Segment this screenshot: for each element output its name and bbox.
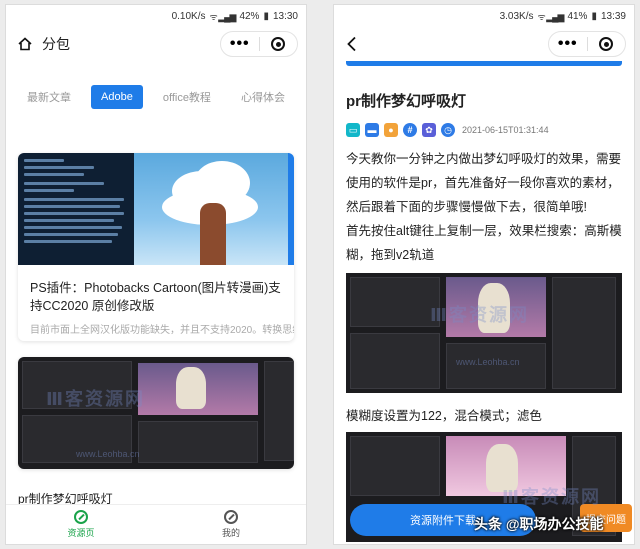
cloud-photo: [134, 153, 294, 265]
left-screen: 0.10K/s ᯤ ▂▄▆ 42% ▮ 13:30 分包 ••• 最新文章 Ad…: [5, 4, 307, 545]
battery-level: 41%: [567, 10, 588, 22]
nav-bar: 分包 •••: [6, 27, 306, 61]
bottom-tab-bar: 资源页 我的: [6, 504, 306, 544]
article-paragraph: 首先按住alt键往上复制一层，效果栏搜索：高斯模糊，拖到v2轨道: [346, 224, 622, 262]
mini-program-capsule: •••: [220, 31, 298, 57]
network-speed: 3.03K/s: [499, 10, 534, 22]
article-card-thumbnail[interactable]: [18, 357, 294, 469]
category-tabs: 最新文章 Adobe office教程 心得体会: [6, 83, 306, 111]
signal-icon: ᯤ ▂▄▆: [537, 11, 565, 22]
tab-label: 资源页: [67, 528, 95, 538]
right-screen: 3.03K/s ᯤ ▂▄▆ 41% ▮ 13:39 ••• pr制作梦幻呼吸灯 …: [333, 4, 635, 545]
card-description: 目前市面上全网汉化版功能缺失，并且不支持2020。转换思维…: [30, 325, 294, 336]
clock: 13:30: [272, 10, 298, 22]
tab-adobe[interactable]: Adobe: [91, 85, 143, 109]
publish-date: 2021-06-15T01:31:44: [462, 125, 549, 135]
target-icon: [271, 37, 286, 51]
page-title: 分包: [42, 36, 70, 52]
more-menu-button[interactable]: •••: [549, 31, 587, 57]
tab-resources[interactable]: 资源页: [6, 505, 156, 544]
premiere-screenshot: [18, 357, 294, 469]
nav-bar: •••: [334, 27, 634, 61]
close-program-button[interactable]: [260, 37, 298, 51]
close-program-button[interactable]: [588, 37, 626, 51]
compass-icon: [224, 510, 238, 524]
clock-icon: ◷: [441, 123, 455, 137]
card-title: PS插件：Photobacks Cartoon(图片转漫画)支持CC2020 原…: [30, 281, 281, 313]
battery-icon: ▮: [263, 10, 269, 22]
tab-latest[interactable]: 最新文章: [17, 83, 81, 111]
premiere-screenshot: [346, 273, 622, 393]
article-title: pr制作梦幻呼吸灯: [346, 93, 467, 110]
battery-icon: ▮: [591, 10, 597, 22]
clock: 13:39: [600, 10, 626, 22]
status-bar: 3.03K/s ᯤ ▂▄▆ 41% ▮ 13:39: [334, 5, 634, 27]
share-icons-row: ▭ ▬ ● # ✿ ◷ 2021-06-15T01:31:44: [334, 111, 634, 137]
car-icon[interactable]: ▬: [365, 123, 379, 137]
tab-office[interactable]: office教程: [153, 83, 221, 111]
network-speed: 0.10K/s: [171, 10, 206, 22]
bag-icon[interactable]: ▭: [346, 123, 360, 137]
status-bar: 0.10K/s ᯤ ▂▄▆ 42% ▮ 13:30: [6, 5, 306, 27]
hashtag-icon[interactable]: #: [403, 123, 417, 137]
mini-program-capsule: •••: [548, 31, 626, 57]
article-paragraph: 今天教你一分钟之内做出梦幻呼吸灯的效果，需要使用的软件是pr，首先准备好一段你喜…: [346, 152, 622, 214]
person-figure: [200, 203, 226, 265]
tab-mine[interactable]: 我的: [156, 505, 306, 544]
moneybag-icon[interactable]: ●: [384, 123, 398, 137]
article-paragraph: 模糊度设置为122，混合模式；滤色: [346, 409, 542, 423]
paw-icon[interactable]: ✿: [422, 123, 436, 137]
signal-icon: ᯤ ▂▄▆: [209, 11, 237, 22]
target-icon: [599, 37, 614, 51]
battery-level: 42%: [239, 10, 260, 22]
tab-label: 我的: [221, 528, 240, 538]
tab-experience[interactable]: 心得体会: [231, 83, 295, 111]
credits-panel: [18, 153, 134, 265]
brand-watermark: 头条 @职场办公技能: [474, 516, 604, 532]
back-icon[interactable]: [346, 36, 358, 52]
article-card[interactable]: PS插件：Photobacks Cartoon(图片转漫画)支持CC2020 原…: [18, 153, 294, 341]
home-icon[interactable]: [18, 37, 32, 51]
card-thumbnail: [18, 153, 294, 265]
compass-icon: [74, 510, 88, 524]
more-menu-button[interactable]: •••: [221, 31, 259, 57]
